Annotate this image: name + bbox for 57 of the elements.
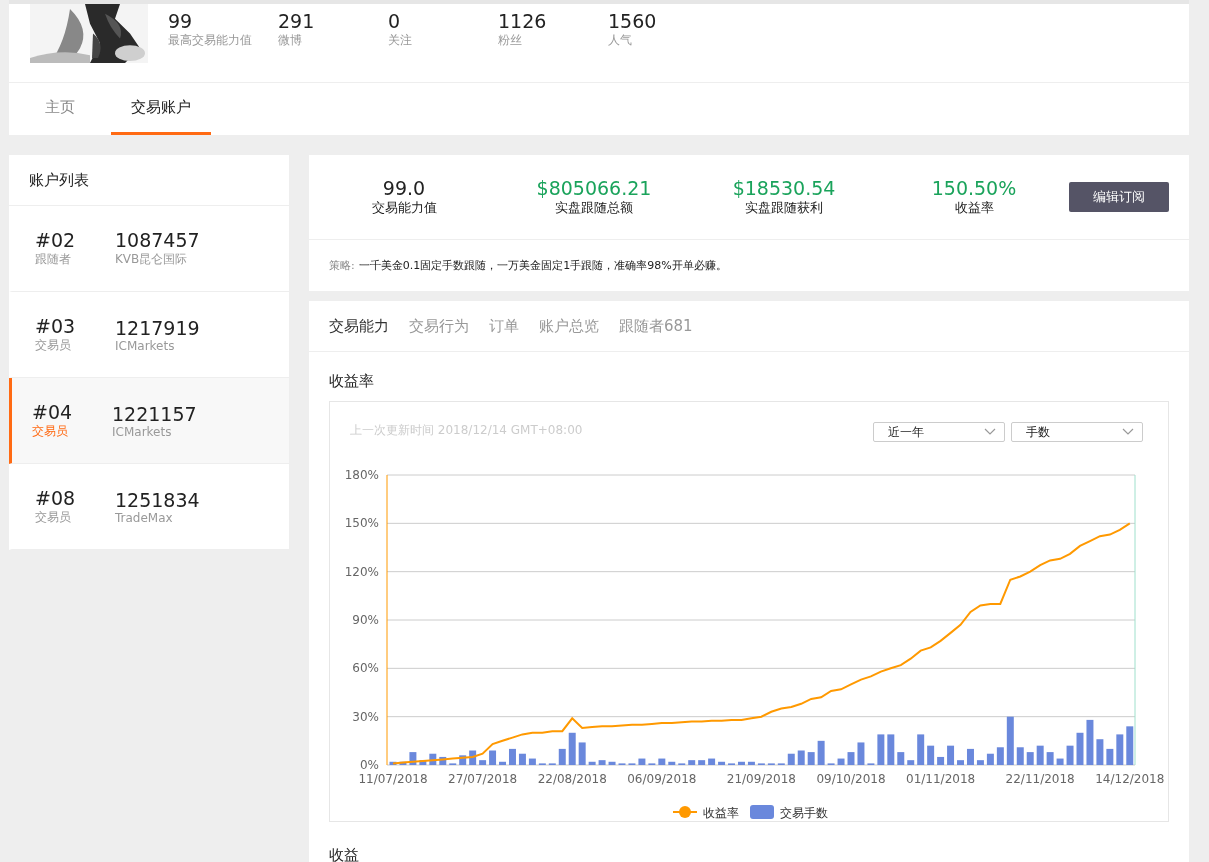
legend-label: 交易手数 xyxy=(780,806,828,820)
axis-label: 22/11/2018 xyxy=(1005,772,1075,786)
strategy-label: 策略: xyxy=(329,259,355,272)
section-title: 收益 xyxy=(329,846,360,862)
axis-label: 21/09/2018 xyxy=(726,772,796,786)
account-rank: #08 xyxy=(35,487,77,509)
metric-value: 99.0 xyxy=(382,177,426,199)
metric-label: 实盘跟随总额 xyxy=(555,199,633,217)
axis-label: 14/12/2018 xyxy=(1095,772,1165,786)
axis-label: 06/09/2018 xyxy=(627,772,697,786)
account-rank: #04 xyxy=(32,401,74,423)
axis-label: 30% xyxy=(352,709,379,724)
metric-label: 收益率 xyxy=(954,199,994,217)
broker-name: TradeMax xyxy=(115,510,174,525)
stat-label: 最高交易能力值 xyxy=(168,32,253,49)
broker-name: ICMarkets xyxy=(112,424,173,439)
stat-label: 关注 xyxy=(388,32,413,49)
axis-label: 0% xyxy=(359,758,379,772)
metric-label: 交易能力值 xyxy=(371,199,437,217)
axis-label: 01/11/2018 xyxy=(906,772,976,786)
axis-label: 180% xyxy=(344,468,379,482)
stat-label: 微博 xyxy=(278,32,303,49)
axis-label: 150% xyxy=(344,516,379,531)
account-number: 1251834 xyxy=(115,488,201,511)
metric-value: $18530.54 xyxy=(732,177,836,199)
metric-value: $805066.21 xyxy=(536,177,652,199)
stat-value: 1560 xyxy=(608,10,658,32)
axis-label: 09/10/2018 xyxy=(816,772,886,786)
axis-label: 120% xyxy=(344,564,379,579)
account-role: 交易员 xyxy=(35,509,72,526)
account-role: 跟随者 xyxy=(35,251,72,268)
account-number: 1217919 xyxy=(115,316,201,339)
stat-value: 0 xyxy=(388,10,402,32)
stat-label: 粉丝 xyxy=(498,32,523,49)
stat-value: 99 xyxy=(168,10,194,32)
stat-value: 1126 xyxy=(498,10,548,32)
account-role: 交易员 xyxy=(32,423,69,440)
metric-value: 150.50% xyxy=(931,177,1017,199)
axis-label: 22/08/2018 xyxy=(537,772,607,786)
account-rank: #02 xyxy=(35,229,77,251)
broker-name: KVB昆仑国际 xyxy=(115,251,189,268)
axis-label: 60% xyxy=(352,661,379,676)
account-role: 交易员 xyxy=(35,337,72,354)
axis-label: 90% xyxy=(352,613,379,627)
broker-name: ICMarkets xyxy=(115,338,176,353)
metric-label: 实盘跟随获利 xyxy=(745,199,823,217)
stat-label: 人气 xyxy=(608,32,633,49)
stat-value: 291 xyxy=(278,10,316,32)
account-number: 1221157 xyxy=(112,402,198,425)
account-rank: #03 xyxy=(35,315,77,337)
panel-title: 账户列表 xyxy=(9,155,289,206)
axis-label: 27/07/2018 xyxy=(448,772,518,786)
account-number: 1087457 xyxy=(115,229,201,251)
section-title: 收益率 xyxy=(329,372,375,391)
legend-label: 收益率 xyxy=(703,806,739,820)
axis-label: 11/07/2018 xyxy=(358,772,428,786)
strategy-text: 一千美金0.1固定手数跟随，一万美金固定1手跟随，准确率98%开单必赚。 xyxy=(358,259,727,272)
